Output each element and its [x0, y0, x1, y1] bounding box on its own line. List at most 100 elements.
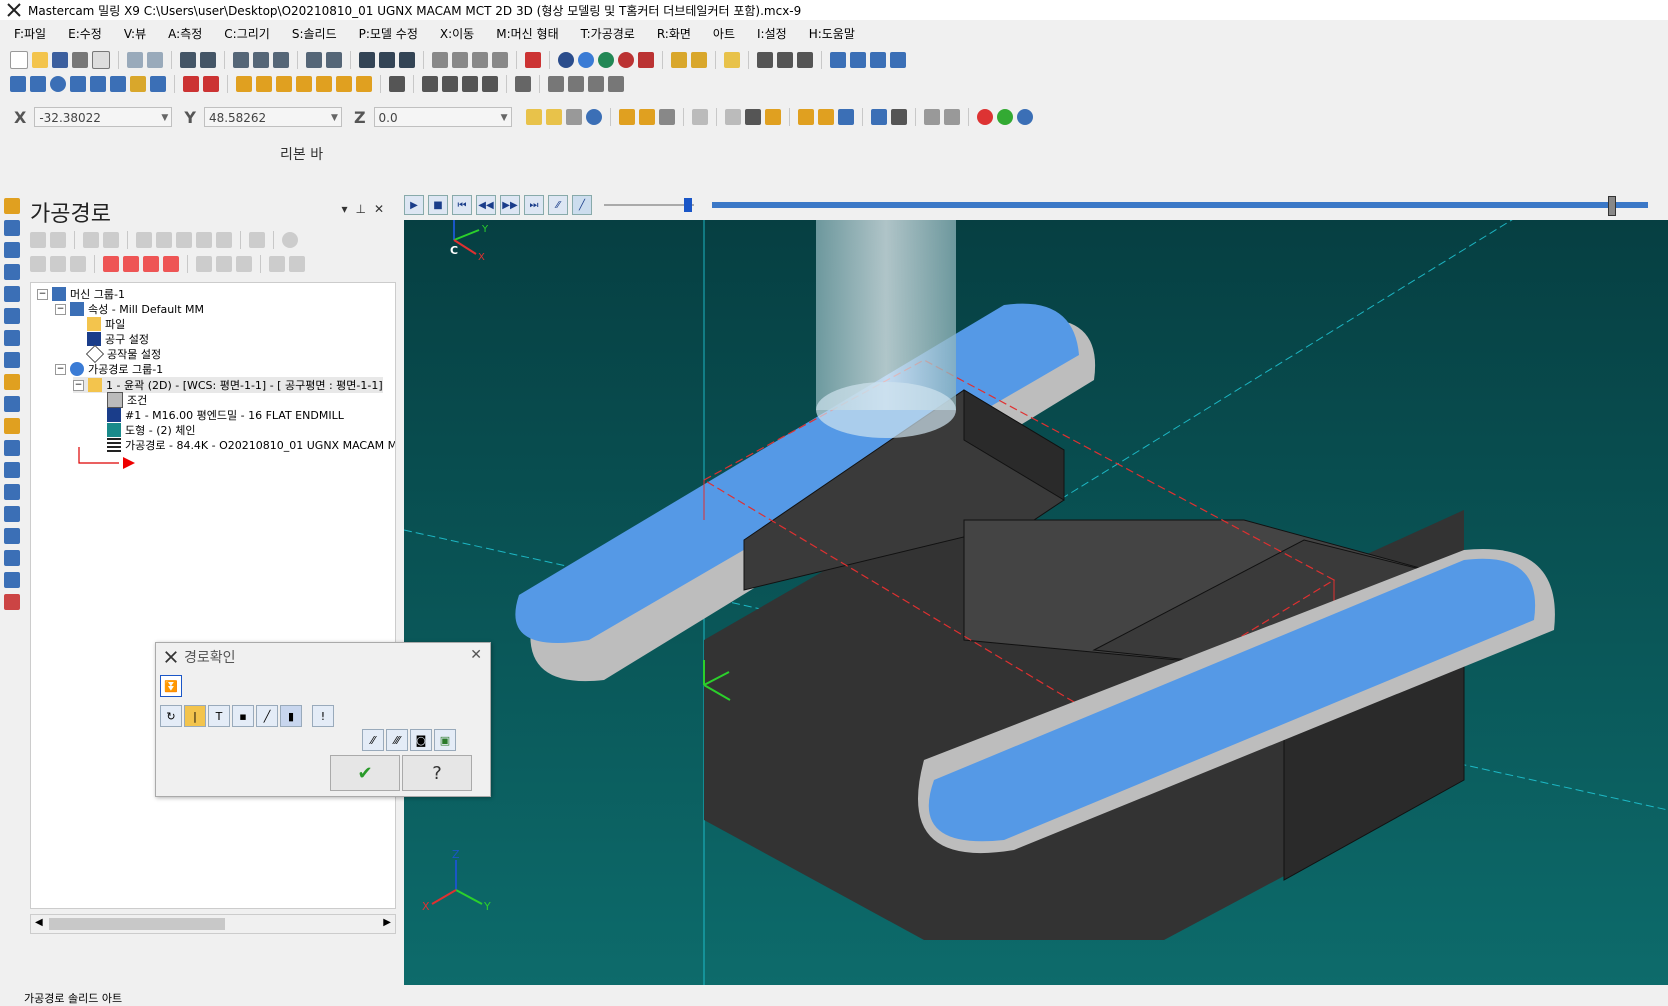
wireframe-icon[interactable] — [4, 440, 20, 456]
collapse-toggle[interactable]: − — [73, 379, 84, 391]
window-select-icon[interactable] — [691, 109, 708, 125]
select-all-ops-icon[interactable] — [30, 232, 46, 248]
select-all-icon[interactable] — [618, 109, 635, 125]
trail-all-icon[interactable]: ⁄⁄⁄ — [386, 729, 408, 751]
info-exclamation-icon[interactable]: ! — [312, 705, 334, 727]
menu-file[interactable]: F:파일 — [14, 25, 46, 42]
camera-icon[interactable]: ◙ — [410, 729, 432, 751]
menu-help[interactable]: H:도움말 — [809, 25, 855, 42]
facing-icon[interactable] — [4, 264, 20, 280]
menu-edit[interactable]: E:수정 — [68, 25, 102, 42]
globe-icon[interactable] — [558, 52, 574, 68]
collapse-toggle[interactable]: − — [37, 288, 48, 300]
z-coord-input[interactable]: 0.0 ▼ — [373, 107, 512, 127]
play-icon[interactable]: ▶ — [404, 195, 424, 215]
display-all-icon[interactable] — [216, 256, 232, 272]
menu-view[interactable]: V:뷰 — [124, 25, 146, 42]
trail-icon[interactable]: ⁄⁄ — [548, 195, 568, 215]
solid-select-icon[interactable] — [764, 109, 781, 125]
rectangle-icon[interactable] — [70, 76, 86, 92]
engrave-icon[interactable] — [4, 374, 20, 390]
trim-toolpath-icon[interactable] — [4, 506, 20, 522]
tree-item-parameters[interactable]: 조건 — [107, 392, 147, 408]
x-coord-input[interactable]: -32.38022 ▼ — [34, 107, 173, 128]
expand-down-icon[interactable]: ⏬ — [160, 675, 182, 697]
progress-track[interactable] — [712, 196, 1648, 216]
dimension-vertical-icon[interactable] — [482, 76, 498, 92]
wizard-icon[interactable] — [943, 109, 960, 125]
chook-icon[interactable] — [830, 52, 846, 68]
select-dirty-ops-icon[interactable] — [50, 232, 66, 248]
tool-display-icon[interactable]: ╱ — [572, 195, 592, 215]
autocursor-icon[interactable] — [545, 109, 562, 125]
dropdown-icon[interactable]: ▾ — [341, 202, 355, 216]
help-button[interactable]: ? — [402, 755, 472, 791]
pocket-icon[interactable] — [4, 242, 20, 258]
settings-panel-icon[interactable] — [850, 52, 866, 68]
iso-view-icon[interactable] — [492, 52, 508, 68]
stock-icon[interactable]: ▪ — [232, 705, 254, 727]
menu-model-prep[interactable]: P:모델 수정 — [359, 25, 418, 42]
selection-mode-icon[interactable] — [724, 109, 741, 125]
note-icon[interactable] — [442, 76, 458, 92]
settings-gear-icon[interactable] — [923, 109, 940, 125]
trim-icon[interactable] — [183, 76, 199, 92]
move-down-icon[interactable] — [103, 256, 119, 272]
hatch-icon[interactable] — [515, 76, 531, 92]
tree-item-machine-group[interactable]: − 머신 그룹-1 — [37, 286, 125, 302]
scrollbar-thumb[interactable] — [49, 918, 225, 930]
stock-model-icon[interactable] — [4, 572, 20, 588]
print-icon[interactable] — [72, 52, 88, 68]
skip-start-icon[interactable]: ⏮ — [452, 195, 472, 215]
menu-screen[interactable]: R:화면 — [657, 25, 691, 42]
post-ops-icon[interactable] — [196, 232, 212, 248]
speed-slider[interactable] — [604, 198, 694, 212]
holder-icon[interactable]: T — [208, 705, 230, 727]
properties-icon[interactable] — [289, 256, 305, 272]
bottom-manager-tabs[interactable]: 가공경로 솔리드 아트 — [24, 990, 122, 1006]
repaint-icon[interactable] — [200, 52, 216, 68]
dimension-icon[interactable] — [389, 76, 405, 92]
undo-icon[interactable] — [127, 52, 143, 68]
chevron-down-icon[interactable]: ▼ — [331, 108, 338, 128]
display-none-icon[interactable] — [236, 256, 252, 272]
wire-icon[interactable] — [638, 52, 654, 68]
select-only-icon[interactable] — [638, 109, 655, 125]
tree-item-properties[interactable]: − 속성 - Mill Default MM — [55, 301, 204, 317]
toggle-post-icon[interactable] — [70, 256, 86, 272]
transform-icon[interactable] — [150, 76, 166, 92]
menu-xform[interactable]: X:이동 — [440, 25, 474, 42]
circle-icon[interactable] — [50, 76, 66, 92]
scroll-left-icon[interactable]: ◀ — [35, 917, 43, 928]
scroll-arrow-icon[interactable] — [163, 256, 179, 272]
ok-button[interactable]: ✔ — [330, 755, 400, 791]
help-question-icon[interactable] — [777, 52, 793, 68]
help-circle-icon[interactable] — [282, 232, 298, 248]
xform-scale-icon[interactable] — [296, 76, 312, 92]
rotate-icon[interactable] — [359, 52, 375, 68]
material-icon[interactable] — [618, 52, 634, 68]
chevron-down-icon[interactable]: ▼ — [161, 108, 168, 128]
menu-solids[interactable]: S:솔리드 — [292, 25, 337, 42]
end-select-icon[interactable] — [890, 109, 907, 125]
shaded-sphere-icon[interactable] — [598, 52, 614, 68]
slot-mill-icon[interactable] — [4, 330, 20, 346]
y-coord-input[interactable]: 48.58262 ▼ — [203, 107, 342, 128]
axis-icon[interactable]: ╱ — [256, 705, 278, 727]
help-arrow-icon[interactable] — [797, 52, 813, 68]
spline-icon[interactable] — [110, 76, 126, 92]
grid-icon[interactable] — [422, 76, 438, 92]
xform-cursor-icon[interactable] — [565, 109, 582, 125]
zoom-out-icon[interactable] — [326, 52, 342, 68]
zoom-target-icon[interactable] — [253, 52, 269, 68]
xform-mirror-icon[interactable] — [256, 76, 272, 92]
xform-array-icon[interactable] — [336, 76, 352, 92]
toolpath-display-icon[interactable]: ▮ — [280, 705, 302, 727]
backplot-icon[interactable] — [548, 76, 564, 92]
sphere-icon[interactable] — [578, 52, 594, 68]
tree-item-toolpath-group[interactable]: − 가공경로 그룹-1 — [55, 361, 163, 377]
shading-icon[interactable] — [525, 52, 541, 68]
stop-square-icon[interactable]: ■ — [428, 195, 448, 215]
analyze-icon[interactable] — [724, 52, 740, 68]
help-circle-icon[interactable] — [585, 109, 602, 125]
